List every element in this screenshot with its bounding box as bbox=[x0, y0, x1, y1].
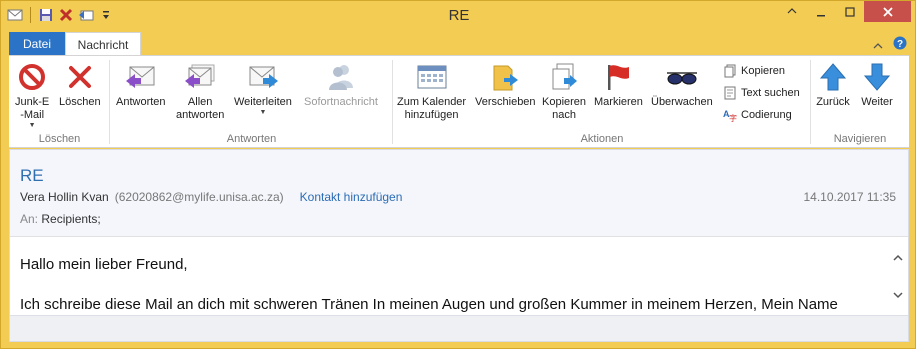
copy-icon bbox=[723, 64, 737, 78]
tab-message[interactable]: Nachricht bbox=[65, 32, 141, 56]
body-line: Ich schreibe diese Mail an dich mit schw… bbox=[20, 296, 838, 313]
junk-no-entry-icon bbox=[15, 60, 49, 94]
encoding-button[interactable]: A字 Codierung bbox=[723, 108, 792, 122]
close-button[interactable] bbox=[864, 1, 911, 22]
reading-pane: RE Vera Hollin Kvan (62020862@mylife.uni… bbox=[9, 149, 909, 342]
watch-button[interactable]: Überwachen bbox=[651, 60, 713, 109]
instant-message-people-icon bbox=[324, 60, 358, 94]
group-label-navigate: Navigieren bbox=[833, 133, 887, 145]
next-button[interactable]: Weiter bbox=[860, 60, 894, 109]
move-label: Verschieben bbox=[475, 96, 536, 108]
copy-to-label-line2: nach bbox=[552, 109, 576, 121]
encoding-label: Codierung bbox=[741, 109, 792, 121]
sender-name[interactable]: Vera Hollin Kvan bbox=[20, 190, 109, 204]
help-icon[interactable]: ? bbox=[893, 36, 907, 55]
to-label: An: bbox=[20, 212, 39, 226]
copy-to-button[interactable]: Kopieren nach bbox=[542, 60, 586, 122]
help-window-icon[interactable] bbox=[777, 1, 806, 22]
instant-message-button[interactable]: Sofortnachricht bbox=[304, 60, 378, 109]
group-navigate: Zurück Weiter Navigieren bbox=[811, 56, 909, 148]
add-to-calendar-button[interactable]: Zum Kalender hinzufügen bbox=[397, 60, 466, 122]
reply-icon bbox=[124, 60, 158, 94]
sender-line: Vera Hollin Kvan (62020862@mylife.unisa.… bbox=[20, 190, 402, 204]
window-controls bbox=[777, 1, 911, 22]
reply-all-button[interactable]: Allen antworten bbox=[176, 60, 224, 122]
forward-button[interactable]: Weiterleiten ▼ bbox=[234, 60, 292, 117]
back-label: Zurück bbox=[816, 96, 850, 108]
group-respond: Antworten Allen antworten Weiterleiten ▼ bbox=[110, 56, 393, 148]
group-delete: Junk-E -Mail ▼ Löschen Löschen bbox=[9, 56, 110, 148]
message-date: 14.10.2017 11:35 bbox=[803, 190, 896, 204]
dropdown-arrow-icon: ▼ bbox=[28, 122, 36, 129]
message-body[interactable]: Hallo mein lieber Freund, Ich schreibe d… bbox=[10, 236, 888, 316]
document-search-icon bbox=[723, 86, 737, 100]
ribbon: Junk-E -Mail ▼ Löschen Löschen Antworten bbox=[9, 55, 909, 148]
group-label-actions: Aktionen bbox=[580, 133, 624, 145]
junk-mail-button[interactable]: Junk-E -Mail ▼ bbox=[15, 60, 49, 130]
find-text-button[interactable]: Text suchen bbox=[723, 86, 800, 100]
ribbon-tabs: Datei Nachricht ? bbox=[9, 32, 909, 56]
reply-all-label-line1: Allen bbox=[187, 96, 213, 108]
flag-label: Markieren bbox=[594, 96, 643, 108]
flag-button[interactable]: Markieren bbox=[594, 60, 643, 109]
group-label-delete: Löschen bbox=[38, 133, 81, 145]
reply-all-icon bbox=[183, 60, 217, 94]
forward-icon bbox=[246, 60, 280, 94]
body-line: Hallo mein lieber Freund, bbox=[20, 256, 188, 273]
watch-label: Überwachen bbox=[651, 96, 713, 108]
svg-text:字: 字 bbox=[729, 113, 737, 122]
move-button[interactable]: Verschieben bbox=[475, 60, 536, 109]
instant-message-label: Sofortnachricht bbox=[304, 96, 378, 108]
folder-move-icon bbox=[488, 60, 522, 94]
back-button[interactable]: Zurück bbox=[816, 60, 850, 109]
calendar-label-line2: hinzufügen bbox=[404, 109, 459, 121]
vertical-scrollbar[interactable] bbox=[888, 236, 908, 316]
calendar-icon bbox=[415, 60, 449, 94]
copy-small-button[interactable]: Kopieren bbox=[723, 64, 785, 78]
arrow-up-icon bbox=[816, 60, 850, 94]
minimize-button[interactable] bbox=[806, 1, 835, 22]
junk-label-line1: Junk-E bbox=[15, 96, 50, 108]
ribbon-tab-controls: ? bbox=[873, 36, 907, 55]
scroll-up-icon[interactable] bbox=[893, 249, 903, 267]
junk-label-line2: -Mail bbox=[20, 109, 45, 121]
maximize-button[interactable] bbox=[835, 1, 864, 22]
forward-label: Weiterleiten bbox=[234, 96, 292, 108]
status-bar bbox=[10, 315, 908, 341]
sender-address: (62020862@mylife.unisa.ac.za) bbox=[114, 190, 284, 204]
copy-small-label: Kopieren bbox=[741, 65, 786, 77]
dropdown-arrow-icon: ▼ bbox=[259, 109, 267, 116]
delete-x-icon bbox=[63, 60, 97, 94]
copy-to-icon bbox=[547, 60, 581, 94]
delete-button[interactable]: Löschen bbox=[59, 60, 101, 109]
tab-file[interactable]: Datei bbox=[9, 32, 65, 56]
message-subject: RE bbox=[20, 166, 44, 185]
group-actions: Zum Kalender hinzufügen Verschieben Kopi… bbox=[393, 56, 811, 148]
recipients-line: An: Recipients; bbox=[20, 212, 101, 226]
window-frame: RE Datei Nachricht ? Junk-E -Mail ▼ Lösc… bbox=[0, 0, 916, 349]
reply-all-label-line2: antworten bbox=[176, 109, 225, 121]
to-value[interactable]: Recipients; bbox=[41, 212, 100, 226]
glasses-icon bbox=[665, 60, 699, 94]
encoding-icon: A字 bbox=[723, 108, 737, 122]
next-label: Weiter bbox=[861, 96, 893, 108]
reply-button[interactable]: Antworten bbox=[116, 60, 166, 109]
svg-text:?: ? bbox=[897, 39, 903, 50]
reply-label: Antworten bbox=[116, 96, 166, 108]
collapse-ribbon-icon[interactable] bbox=[873, 37, 883, 55]
title-bar: RE bbox=[1, 1, 916, 31]
group-label-respond: Antworten bbox=[226, 133, 277, 145]
scroll-down-icon[interactable] bbox=[893, 286, 903, 304]
find-text-label: Text suchen bbox=[741, 87, 800, 99]
delete-label: Löschen bbox=[59, 96, 101, 108]
arrow-down-icon bbox=[860, 60, 894, 94]
red-flag-icon bbox=[601, 60, 635, 94]
copy-to-label-line1: Kopieren bbox=[542, 96, 587, 108]
add-contact-link[interactable]: Kontakt hinzufügen bbox=[300, 190, 403, 204]
calendar-label-line1: Zum Kalender bbox=[397, 96, 467, 108]
